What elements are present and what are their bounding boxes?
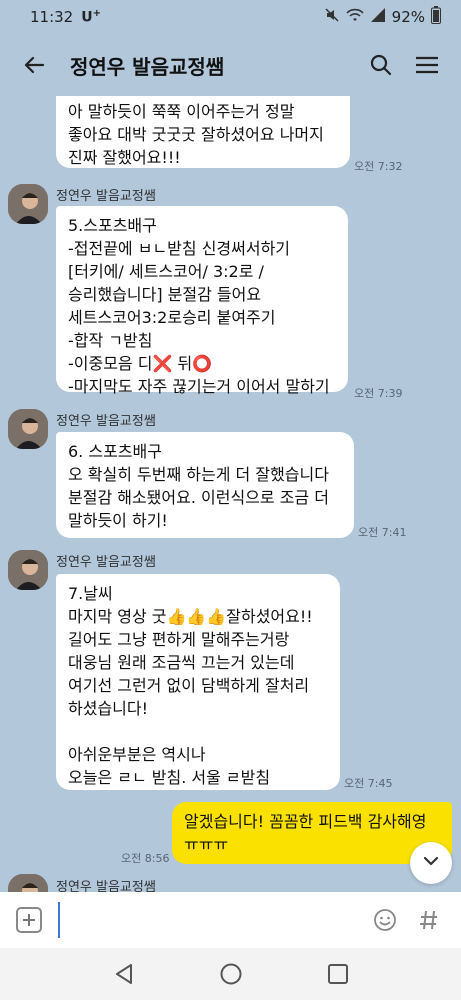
hamburger-menu-icon[interactable] — [409, 47, 445, 83]
message-input-bar — [0, 892, 461, 948]
sender-avatar-row — [8, 184, 48, 224]
message-bubble[interactable]: 6. 스포츠배구 오 확실히 두번째 하는게 더 잘했습니다 분절감 해소됐어요… — [56, 432, 354, 538]
sender-name: 정연우 발음교정쌤 — [56, 414, 156, 429]
back-arrow-icon[interactable] — [18, 49, 50, 81]
sender-name: 정연우 발음교정쌤 — [56, 189, 156, 204]
chat-header: 정연우 발음교정쌤 — [0, 34, 461, 96]
avatar[interactable] — [8, 550, 48, 590]
chat-message-list[interactable]: 아 말하듯이 쭉쭉 이어주는거 정말 좋아요 대박 굿굿굿 잘하셨어요 나머지 … — [0, 96, 461, 892]
system-nav-bar — [0, 948, 461, 1000]
mute-icon — [324, 7, 340, 27]
message-bubble[interactable]: 7.날씨 마지막 영상 굿👍👍👍잘하셨어요!! 길어도 그냥 편하게 말해주는거… — [56, 574, 340, 790]
sender-avatar-row — [8, 874, 48, 892]
sender-name: 정연우 발음교정쌤 — [56, 880, 156, 892]
scroll-to-bottom-button[interactable] — [410, 842, 452, 884]
message-timestamp: 오전 7:39 — [354, 387, 403, 400]
emoji-icon[interactable] — [369, 904, 401, 936]
sender-name: 정연우 발음교정쌤 — [56, 555, 156, 570]
message-timestamp: 오전 7:32 — [354, 160, 403, 173]
my-message-bubble[interactable]: 알겠습니다! 꼼꼼한 피드백 감사해영 ㅠㅠㅠ — [172, 802, 452, 864]
message-timestamp: 오전 7:45 — [344, 777, 393, 790]
battery-icon — [431, 6, 441, 28]
chat-title: 정연우 발음교정쌤 — [70, 54, 225, 79]
wifi-icon — [346, 7, 364, 27]
hash-icon[interactable] — [413, 904, 445, 936]
plus-icon[interactable] — [16, 907, 42, 933]
carrier-label: U+ — [81, 8, 101, 26]
nav-home-icon[interactable] — [213, 956, 249, 992]
message-timestamp: 오전 8:56 — [121, 852, 170, 865]
search-icon[interactable] — [363, 47, 399, 83]
chevron-down-icon — [421, 851, 441, 875]
sender-avatar-row — [8, 550, 48, 590]
message-bubble[interactable]: 5.스포츠배구 -접전끝에 ㅂㄴ받침 신경써서하기 [터키에/ 세트스코어/ 3… — [56, 206, 348, 396]
nav-back-icon[interactable] — [106, 956, 142, 992]
carrier-name: U — [81, 9, 93, 26]
carrier-sup: + — [92, 8, 101, 20]
nav-recents-icon[interactable] — [320, 956, 356, 992]
avatar[interactable] — [8, 184, 48, 224]
avatar[interactable] — [8, 409, 48, 449]
battery-percent: 92% — [391, 8, 425, 26]
message-bubble[interactable]: 아 말하듯이 쭉쭉 이어주는거 정말 좋아요 대박 굿굿굿 잘하셨어요 나머지 … — [56, 96, 350, 168]
status-bar: 11:32 U+ 92% — [0, 0, 461, 34]
avatar[interactable] — [8, 874, 48, 892]
sender-avatar-row — [8, 409, 48, 449]
status-right: 92% — [324, 6, 441, 28]
signal-icon — [370, 7, 386, 27]
status-left: 11:32 U+ — [30, 8, 101, 26]
status-time: 11:32 — [30, 8, 74, 26]
message-timestamp: 오전 7:41 — [358, 526, 407, 539]
message-input[interactable] — [58, 902, 357, 938]
